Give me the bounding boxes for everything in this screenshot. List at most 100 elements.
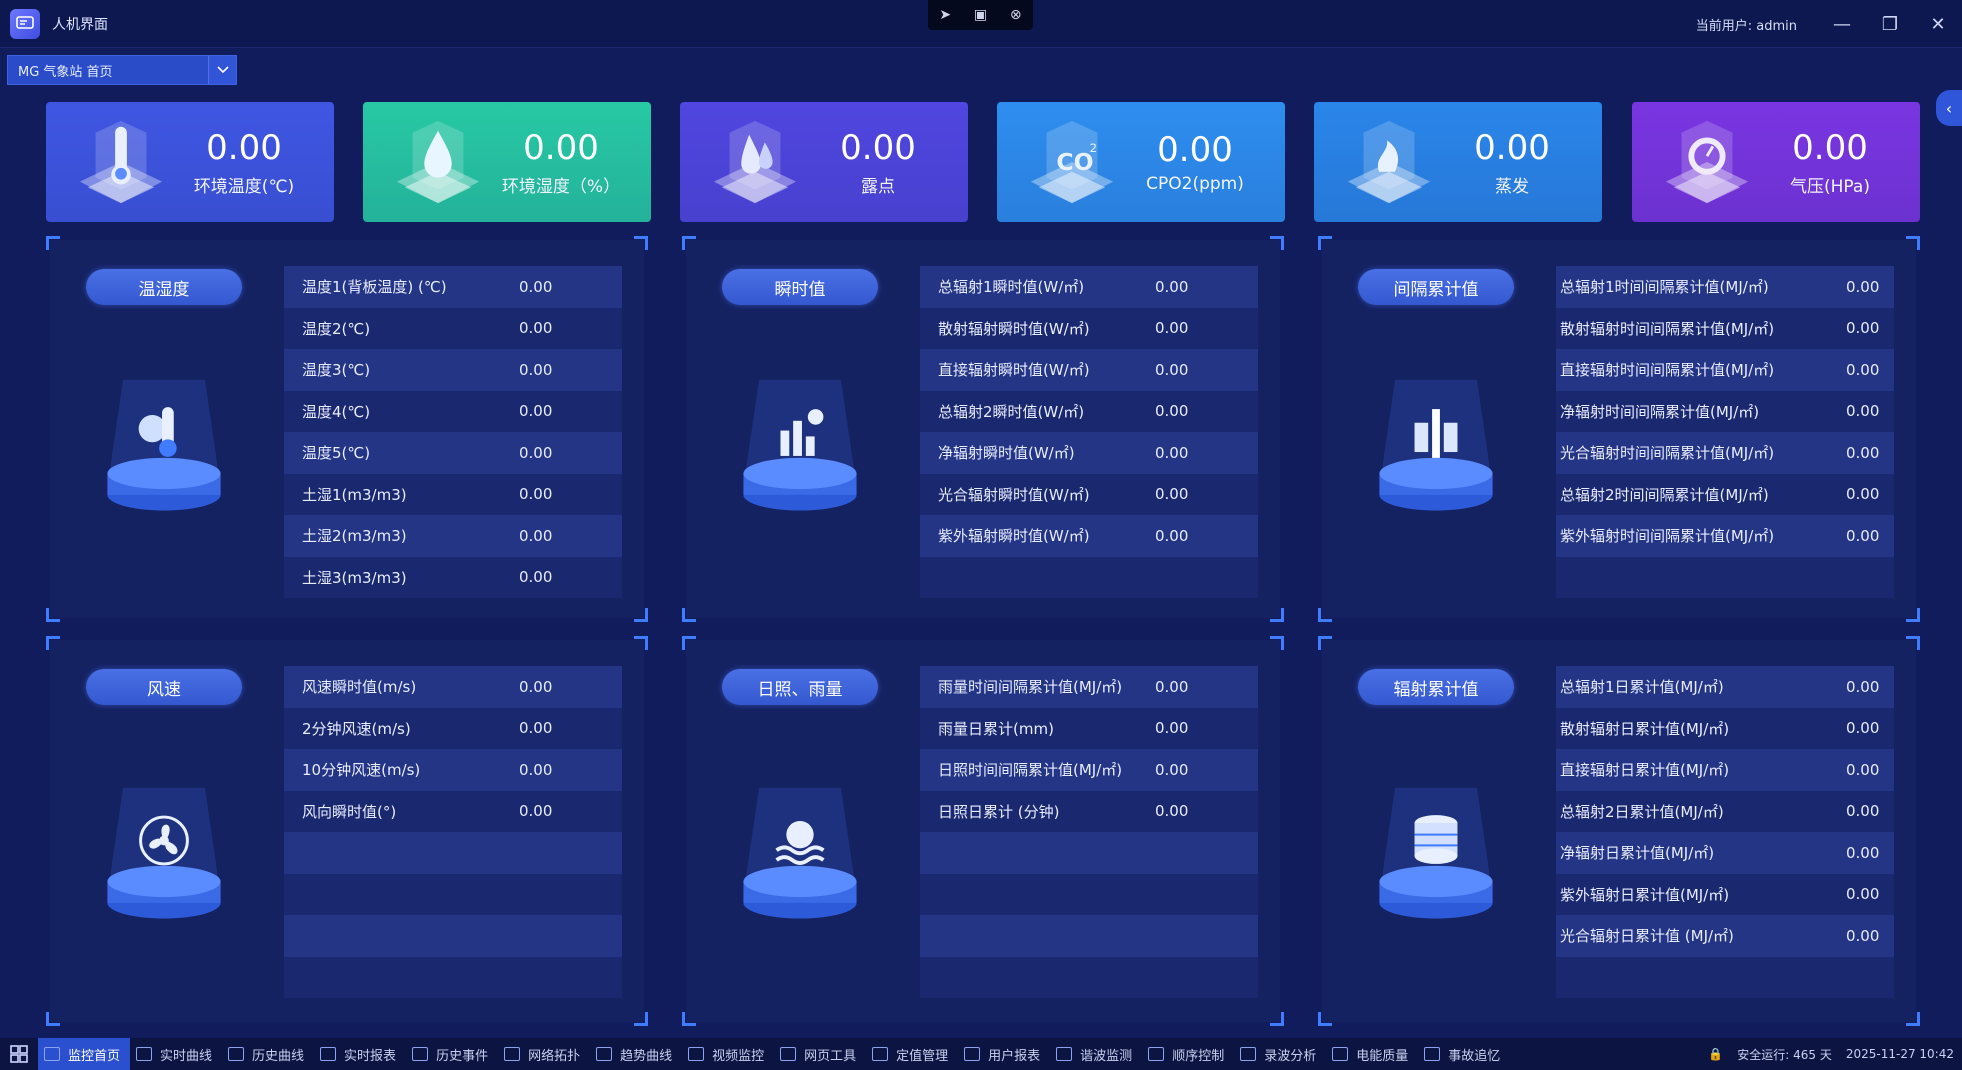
taskbar-item-label: 实时曲线 <box>160 1048 213 1064</box>
taskbar-item[interactable]: 历史事件 <box>406 1038 498 1070</box>
row-value: 0.00 <box>1846 926 1880 945</box>
taskbar-item-label: 定值管理 <box>896 1048 949 1064</box>
table-row <box>920 915 1258 957</box>
taskbar-item[interactable]: 网络拓扑 <box>498 1038 590 1070</box>
table-row <box>920 873 1258 915</box>
metric-value: 0.00 <box>1474 127 1550 168</box>
screen-icon[interactable]: ▣ <box>974 7 987 23</box>
row-value: 0.00 <box>1846 277 1880 296</box>
chevron-down-icon[interactable] <box>208 56 236 84</box>
taskbar-item[interactable]: 视频监控 <box>682 1038 774 1070</box>
bar-chart-icon <box>720 378 880 528</box>
table-row: 风向瞬时值(°) 0.00 <box>284 790 622 832</box>
taskbar-item[interactable]: 实时曲线 <box>130 1038 222 1070</box>
taskbar-item[interactable]: 趋势曲线 <box>590 1038 682 1070</box>
taskbar-item-icon <box>136 1047 153 1061</box>
taskbar-item-icon <box>596 1047 613 1061</box>
table-row: 总辐射2日累计值(MJ/㎡) 0.00 <box>1556 790 1894 832</box>
close-circle-icon[interactable]: ⊗ <box>1010 7 1022 23</box>
pointer-icon[interactable]: ➤ <box>939 7 951 23</box>
columns-icon <box>1356 378 1516 528</box>
start-menu-icon[interactable] <box>0 1038 38 1070</box>
taskbar-item-label: 顺序控制 <box>1172 1048 1225 1064</box>
taskbar-item[interactable]: 事故追忆 <box>1418 1038 1510 1070</box>
row-label: 光合辐射日累计值 (MJ/㎡) <box>1560 927 1734 946</box>
table-row: 直接辐射时间间隔累计值(MJ/㎡) 0.00 <box>1556 349 1894 391</box>
taskbar-item[interactable]: 网页工具 <box>774 1038 866 1070</box>
taskbar-item-label: 视频监控 <box>712 1048 765 1064</box>
collapse-panel-button[interactable]: ‹ <box>1936 90 1962 126</box>
row-value: 0.00 <box>1846 402 1880 421</box>
taskbar-item-icon <box>688 1047 705 1061</box>
row-label: 土湿1(m3/m3) <box>302 485 407 504</box>
row-label: 2分钟风速(m/s) <box>302 719 411 738</box>
table-row: 光合辐射日累计值 (MJ/㎡) 0.00 <box>1556 915 1894 957</box>
taskbar-item-icon <box>1148 1047 1165 1061</box>
taskbar-item[interactable]: 实时报表 <box>314 1038 406 1070</box>
row-label: 日照日累计 (分钟) <box>938 802 1060 821</box>
taskbar-item[interactable]: 用户报表 <box>958 1038 1050 1070</box>
row-value: 0.00 <box>519 402 553 421</box>
taskbar: 监控首页 实时曲线 历史曲线 实时报表 历史事件 网络拓扑 趋势曲线 视频监控 网页工具 定值管理… <box>0 1038 1962 1070</box>
taskbar-item[interactable]: 谐波监测 <box>1050 1038 1142 1070</box>
row-label: 散射辐射时间间隔累计值(MJ/㎡) <box>1560 319 1775 338</box>
row-value: 0.00 <box>1846 485 1880 504</box>
taskbar-item[interactable]: 顺序控制 <box>1142 1038 1234 1070</box>
row-label: 紫外辐射瞬时值(W/㎡) <box>938 527 1090 546</box>
taskbar-item[interactable]: 录波分析 <box>1234 1038 1326 1070</box>
row-label: 紫外辐射日累计值(MJ/㎡) <box>1560 885 1730 904</box>
table-row <box>284 915 622 957</box>
clock: 2025-11-27 10:42 <box>1845 1047 1954 1061</box>
taskbar-item-icon <box>228 1047 245 1061</box>
taskbar-item-label: 监控首页 <box>68 1048 121 1064</box>
dew-point-icon <box>710 112 800 212</box>
taskbar-item[interactable]: 历史曲线 <box>222 1038 314 1070</box>
taskbar-item-icon <box>1240 1047 1257 1061</box>
close-button[interactable]: ✕ <box>1914 0 1962 48</box>
row-value: 0.00 <box>1155 526 1189 545</box>
row-label: 风向瞬时值(°) <box>302 802 397 821</box>
taskbar-item[interactable]: 定值管理 <box>866 1038 958 1070</box>
taskbar-item[interactable]: 监控首页 <box>38 1038 131 1070</box>
row-label: 土湿3(m3/m3) <box>302 568 407 587</box>
row-value: 0.00 <box>1846 760 1880 779</box>
maximize-button[interactable]: ❐ <box>1866 0 1914 48</box>
row-value: 0.00 <box>1155 319 1189 338</box>
taskbar-item-label: 电能质量 <box>1356 1048 1409 1064</box>
table-row <box>920 956 1258 998</box>
floating-toolbar: ➤ ▣ ⊗ <box>928 0 1033 30</box>
temp-humidity-icon <box>84 378 244 528</box>
metric-card: 0.00 露点 <box>680 102 968 222</box>
page-select[interactable]: MG 气象站 首页 <box>7 55 237 85</box>
lock-icon: 🔒 <box>1708 1047 1724 1061</box>
taskbar-item-icon <box>1424 1047 1441 1061</box>
minimize-button[interactable]: — <box>1818 0 1866 48</box>
row-value: 0.00 <box>1155 802 1189 821</box>
taskbar-item-icon <box>964 1047 981 1061</box>
panel-title: 瞬时值 <box>722 269 878 305</box>
row-value: 0.00 <box>1155 443 1189 462</box>
table-row: 总辐射1时间间隔累计值(MJ/㎡) 0.00 <box>1556 266 1894 308</box>
row-label: 土湿2(m3/m3) <box>302 527 407 546</box>
svg-text:CO: CO <box>1056 148 1093 176</box>
table-row <box>920 556 1258 598</box>
taskbar-item[interactable]: 电能质量 <box>1326 1038 1418 1070</box>
table-row <box>284 873 622 915</box>
evaporation-icon <box>1344 112 1434 212</box>
row-label: 温度5(℃) <box>302 444 371 463</box>
metric-label: 蒸发 <box>1495 176 1529 197</box>
table-row: 净辐射日累计值(MJ/㎡) 0.00 <box>1556 832 1894 874</box>
taskbar-item-label: 网络拓扑 <box>528 1048 581 1064</box>
table-row: 温度3(℃) 0.00 <box>284 349 622 391</box>
taskbar-item-label: 实时报表 <box>344 1048 397 1064</box>
table-row: 散射辐射瞬时值(W/㎡) 0.00 <box>920 307 1258 349</box>
table-row: 雨量时间间隔累计值(MJ/㎡) 0.00 <box>920 666 1258 708</box>
page-select-value: MG 气象站 首页 <box>18 64 113 80</box>
row-value: 0.00 <box>519 319 553 338</box>
table-row: 光合辐射瞬时值(W/㎡) 0.00 <box>920 473 1258 515</box>
taskbar-item-label: 录波分析 <box>1264 1048 1317 1064</box>
row-value: 0.00 <box>1155 277 1189 296</box>
row-label: 总辐射2日累计值(MJ/㎡) <box>1560 802 1724 821</box>
row-label: 净辐射时间间隔累计值(MJ/㎡) <box>1560 402 1760 421</box>
database-icon <box>1356 786 1516 936</box>
